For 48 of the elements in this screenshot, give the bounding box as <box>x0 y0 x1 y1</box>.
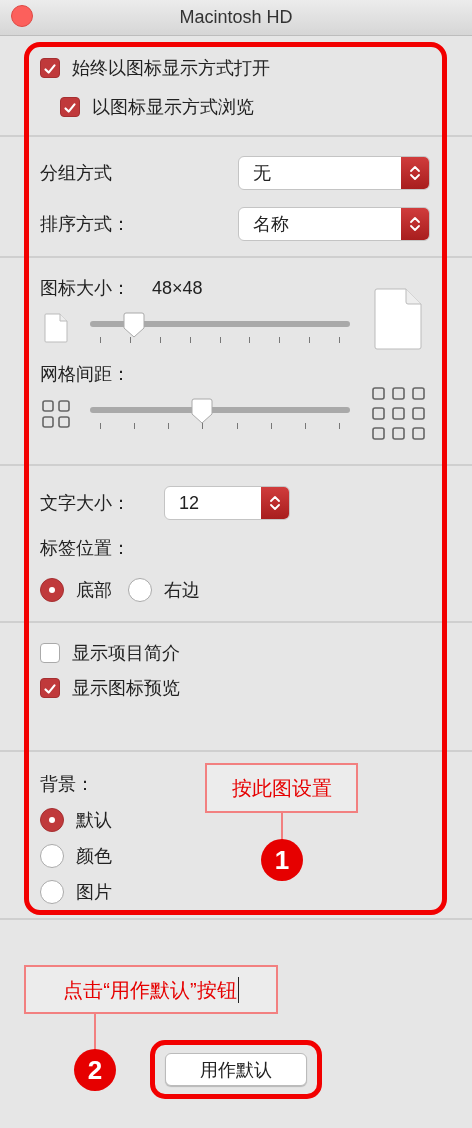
checkbox[interactable] <box>40 643 60 663</box>
checkbox-label: 显示图标预览 <box>72 677 180 700</box>
grid-icon <box>42 400 70 428</box>
text-cursor <box>237 976 239 1003</box>
radio-button[interactable] <box>40 578 64 602</box>
radio-label: 底部 <box>76 579 112 602</box>
checkbox[interactable] <box>40 678 60 698</box>
slider-thumb[interactable] <box>122 312 147 338</box>
chevron-icon <box>269 493 281 513</box>
checkbox[interactable] <box>60 97 80 117</box>
radio-label: 颜色 <box>76 845 112 868</box>
field-label: 网格间距： <box>40 363 130 386</box>
popup-menu[interactable]: 12 <box>164 486 290 520</box>
popup-menu[interactable]: 名称 <box>238 207 430 241</box>
popup-menu[interactable]: 无 <box>238 156 430 190</box>
radio-button[interactable] <box>40 844 64 868</box>
radio-button[interactable] <box>128 578 152 602</box>
checkbox-label: 以图标显示方式浏览 <box>92 96 254 119</box>
checkbox-label: 始终以图标显示方式打开 <box>72 57 270 80</box>
close-button[interactable] <box>11 5 33 27</box>
size-reading: 48×48 <box>152 277 203 300</box>
field-label: 分组方式 <box>40 162 112 185</box>
callout-text: 点击“用作默认”按钮 <box>63 977 237 1003</box>
chevron-icon <box>409 163 421 183</box>
callout-text: 按此图设置 <box>231 776 332 801</box>
step-badge: 2 <box>74 1049 116 1091</box>
field-label: 图标大小： <box>40 277 130 300</box>
field-label: 背景： <box>40 773 94 796</box>
radio-label: 图片 <box>76 881 112 904</box>
checkbox[interactable] <box>40 58 60 78</box>
field-label: 标签位置： <box>40 537 130 560</box>
slider-thumb[interactable] <box>189 398 214 424</box>
grid-spacing-slider[interactable] <box>90 397 350 431</box>
radio-label: 默认 <box>76 809 112 832</box>
radio-label: 右边 <box>164 579 200 602</box>
radio-button[interactable] <box>40 808 64 832</box>
window-title: Macintosh HD <box>179 7 293 28</box>
document-icon <box>44 313 68 343</box>
step-badge: 1 <box>261 839 303 881</box>
radio-button[interactable] <box>40 880 64 904</box>
checkbox-label: 显示项目简介 <box>72 642 180 665</box>
grid-icon <box>372 387 426 441</box>
document-icon <box>374 288 422 350</box>
icon-size-slider[interactable] <box>90 311 350 345</box>
field-label: 排序方式： <box>40 213 130 236</box>
chevron-icon <box>409 214 421 234</box>
field-label: 文字大小： <box>40 492 131 515</box>
use-as-default-button[interactable]: 用作默认 <box>165 1053 307 1086</box>
